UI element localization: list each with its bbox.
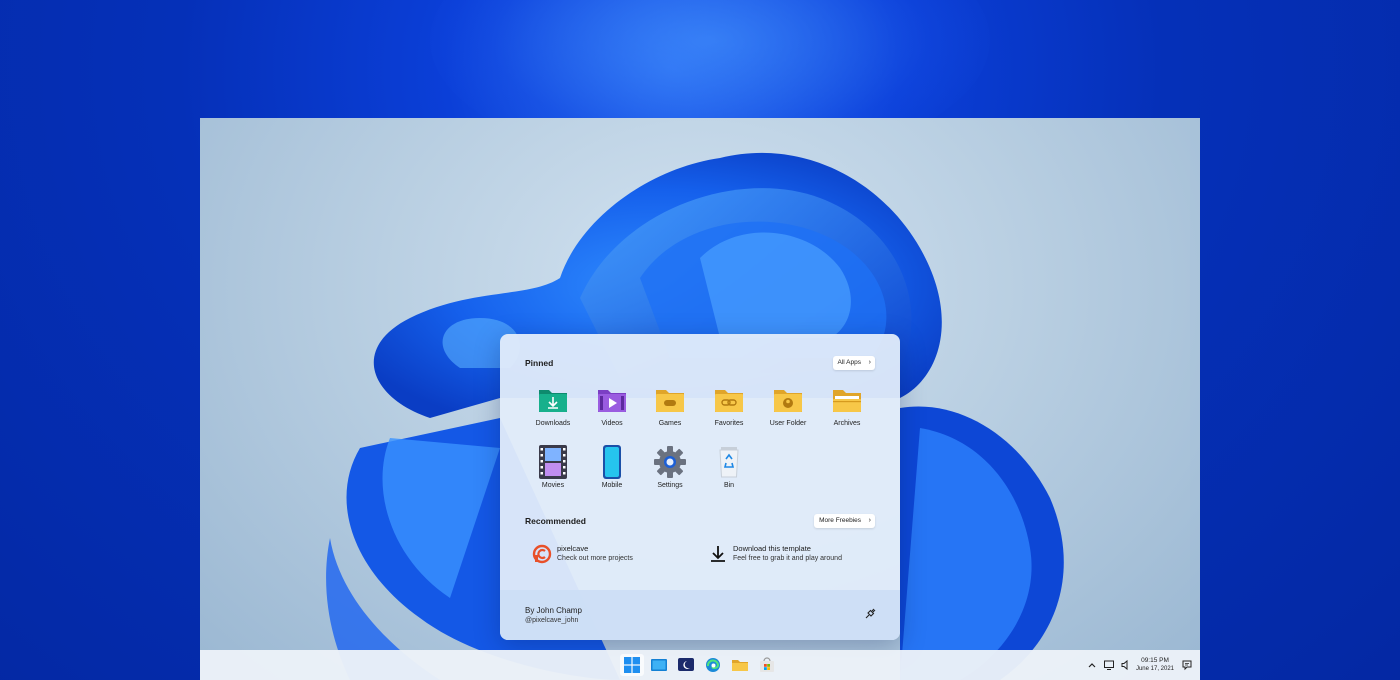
pinned-label: Videos (601, 420, 623, 427)
file-explorer-icon (732, 660, 748, 671)
taskbar-edge[interactable] (701, 654, 725, 676)
mobile-phone-icon (603, 445, 621, 479)
clock-time: 09:15 PM (1141, 657, 1169, 664)
pinned-label: Games (658, 420, 682, 427)
pinned-movies[interactable]: Movies (524, 445, 582, 501)
chevron-right-icon: › (868, 359, 871, 366)
recommended-title: Recommended (525, 516, 586, 526)
all-apps-button[interactable]: All Apps › (832, 356, 875, 370)
pinned-user-folder[interactable]: User Folder (759, 387, 817, 443)
pinned-label: Movies (541, 482, 565, 489)
pinned-label: Archives (833, 420, 861, 427)
chevron-up-icon[interactable] (1086, 659, 1098, 671)
desktop-preview: Pinned All Apps › Downloads Videos Games… (200, 118, 1200, 680)
pinned-mobile[interactable]: Mobile (583, 445, 641, 501)
clock[interactable]: 09:15 PM June 17, 2021 (1130, 657, 1180, 672)
taskbar-desktop[interactable] (647, 654, 671, 676)
notification-icon[interactable] (1181, 659, 1193, 671)
pinned-label: Settings (657, 482, 683, 489)
videos-folder-icon (598, 390, 626, 412)
downloads-folder-icon (539, 390, 567, 412)
recommended-item-pixelcave[interactable]: pixelcave Check out more projects (532, 542, 692, 568)
games-folder-icon (656, 390, 684, 412)
taskbar: 09:15 PM June 17, 2021 (200, 650, 1200, 680)
pinned-games[interactable]: Games (641, 387, 699, 443)
start-button[interactable] (620, 654, 644, 676)
download-icon (711, 546, 725, 562)
power-plug-icon[interactable] (864, 608, 876, 620)
pinned-header: Pinned All Apps › (525, 356, 875, 372)
pinned-label: Favorites (714, 420, 744, 427)
user-name[interactable]: By John Champ (525, 606, 582, 615)
recommended-subtitle-text: Check out more projects (557, 555, 633, 562)
start-menu-footer: By John Champ @pixelcave_john (500, 590, 900, 640)
archives-folder-icon (833, 390, 861, 412)
pinned-settings[interactable]: Settings (641, 445, 699, 501)
taskbar-weather[interactable] (674, 654, 698, 676)
recommended-item-download[interactable]: Download this template Feel free to grab… (708, 542, 878, 568)
weather-icon (678, 658, 694, 671)
recommended-header: Recommended More Freebies › (525, 514, 875, 530)
gear-icon (654, 446, 686, 478)
all-apps-label: All Apps (837, 359, 862, 366)
chevron-right-icon: › (868, 517, 871, 524)
pinned-bin[interactable]: Bin (700, 445, 758, 501)
start-icon (624, 657, 640, 673)
user-folder-icon (774, 390, 802, 412)
recommended-subtitle-text: Feel free to grab it and play around (733, 555, 842, 562)
recommended-title-text: Download this template (733, 544, 811, 553)
recycle-bin-icon (719, 447, 739, 478)
pinned-archives[interactable]: Archives (818, 387, 876, 443)
favorites-folder-icon (715, 390, 743, 412)
more-freebies-button[interactable]: More Freebies › (814, 514, 875, 528)
pinned-label: Mobile (601, 482, 623, 489)
desktop-icon (651, 659, 667, 671)
taskbar-file-explorer[interactable] (728, 654, 752, 676)
pinned-favorites[interactable]: Favorites (700, 387, 758, 443)
taskbar-store[interactable] (755, 654, 779, 676)
user-handle: @pixelcave_john (525, 617, 579, 624)
pinned-label: User Folder (769, 420, 807, 427)
pinned-label: Bin (723, 482, 735, 489)
pinned-label: Downloads (535, 420, 571, 427)
start-menu: Pinned All Apps › Downloads Videos Games… (500, 334, 900, 640)
edge-icon (706, 658, 720, 672)
pixelcave-logo-icon (532, 544, 552, 564)
pinned-videos[interactable]: Videos (583, 387, 641, 443)
more-freebies-label: More Freebies (819, 517, 861, 524)
pinned-downloads[interactable]: Downloads (524, 387, 582, 443)
clock-date: June 17, 2021 (1135, 666, 1175, 672)
pinned-title: Pinned (525, 358, 554, 368)
film-strip-icon (539, 445, 567, 479)
store-icon (760, 657, 774, 672)
monitor-icon[interactable] (1103, 659, 1115, 671)
recommended-title-text: pixelcave (557, 544, 589, 553)
